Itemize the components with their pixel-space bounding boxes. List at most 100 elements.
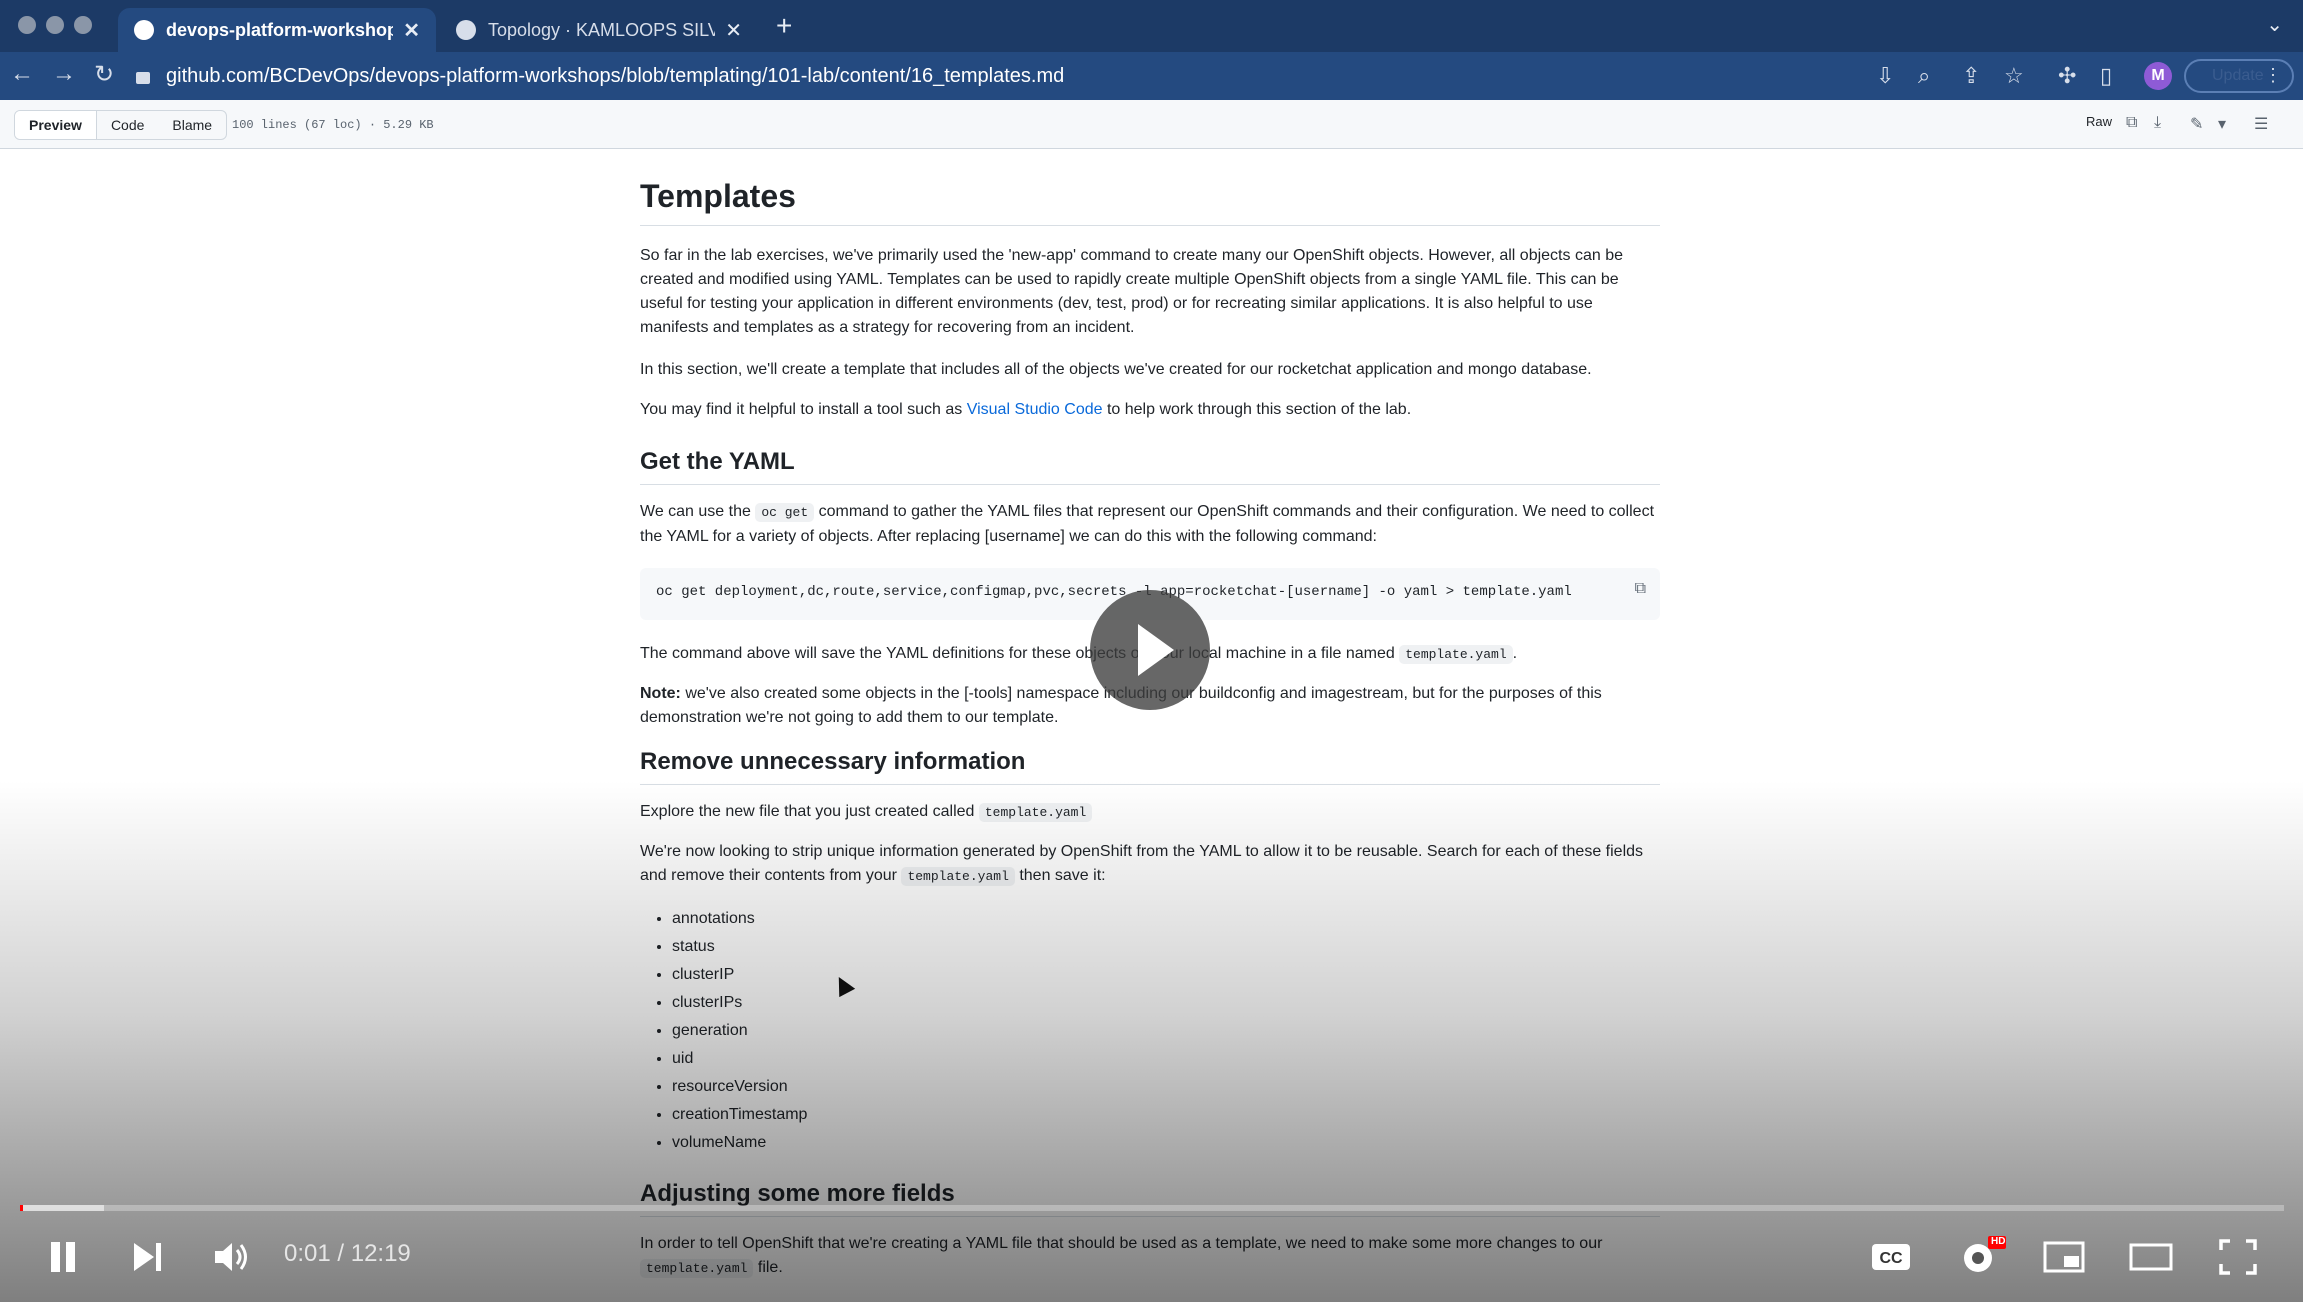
inline-code: template.yaml xyxy=(978,803,1093,822)
explore-text-before: Explore the new file that you just creat… xyxy=(640,803,979,820)
fields-list: annotations status clusterIP clusterIPs … xyxy=(640,905,807,1157)
forward-arrow-icon[interactable]: → xyxy=(52,60,76,88)
view-mode-toggle: Preview Code Blame xyxy=(14,110,228,140)
file-info: 100 lines (67 loc) · 5.29 KB xyxy=(232,118,434,132)
theater-mode-icon[interactable] xyxy=(2128,1242,2174,1272)
reload-icon[interactable]: ↻ xyxy=(94,60,114,89)
globe-favicon-icon xyxy=(456,20,476,40)
tool-text-before: You may find it helpful to install a too… xyxy=(640,401,967,418)
section-intro-paragraph: In this section, we'll create a template… xyxy=(640,361,1592,378)
list-item: uid xyxy=(672,1045,807,1073)
browser-menu-icon[interactable]: ⋮ xyxy=(2264,65,2282,86)
list-item: generation xyxy=(672,1017,807,1045)
pause-icon[interactable] xyxy=(48,1240,78,1274)
big-play-button[interactable] xyxy=(1090,590,1210,710)
list-item: clusterIPs xyxy=(672,989,807,1017)
preview-tab[interactable]: Preview xyxy=(15,111,97,139)
next-icon[interactable] xyxy=(130,1240,164,1274)
share-icon[interactable]: ⇪ xyxy=(1962,63,1980,89)
install-app-icon[interactable]: ⇩ xyxy=(1876,63,1894,89)
tool-text-after: to help work through this section of the… xyxy=(1102,401,1412,418)
zoom-icon[interactable]: ⌕ xyxy=(1918,63,1930,89)
heading-adjusting-some-more-fields: Adjusting some more fields xyxy=(640,1180,1660,1217)
code-tab[interactable]: Code xyxy=(97,111,158,139)
tool-paragraph: You may find it helpful to install a too… xyxy=(640,398,1660,422)
strip-paragraph: We're now looking to strip unique inform… xyxy=(640,840,1660,889)
get-text-before: We can use the xyxy=(640,503,756,520)
time-display: 0:01 / 12:19 xyxy=(284,1240,411,1267)
intro-paragraph: So far in the lab exercises, we've prima… xyxy=(640,247,1623,336)
browser-tab-bar: devops-platform-workshops/1( ✕ Topology … xyxy=(0,0,2303,52)
command-text: oc get deployment,dc,route,service,confi… xyxy=(656,584,1572,600)
adjust-paragraph: In order to tell OpenShift that we're cr… xyxy=(640,1232,1660,1281)
lock-icon xyxy=(136,72,150,84)
tab-label: devops-platform-workshops/1( xyxy=(166,19,394,40)
settings-gear-icon[interactable]: HD xyxy=(1958,1234,2006,1278)
maximize-window-dot[interactable] xyxy=(74,16,92,34)
page-title: Templates xyxy=(640,178,1660,226)
svg-text:CC: CC xyxy=(1879,1250,1903,1267)
list-item: annotations xyxy=(672,905,807,933)
update-label: Update xyxy=(2212,67,2264,84)
new-tab-icon[interactable]: + xyxy=(776,10,792,42)
profile-initial: M xyxy=(2151,67,2165,84)
get-yaml-paragraph: We can use the oc get command to gather … xyxy=(640,500,1660,549)
update-button[interactable]: Update ⋮ xyxy=(2184,59,2294,93)
progress-played xyxy=(20,1205,24,1211)
minimize-window-dot[interactable] xyxy=(46,16,64,34)
edit-dropdown-chevron-icon[interactable]: ▾ xyxy=(2218,114,2226,134)
adjust-text-after: file. xyxy=(753,1259,783,1276)
blame-tab[interactable]: Blame xyxy=(158,111,226,139)
browser-tab-topology[interactable]: Topology · KAMLOOPS SILVER ✕ xyxy=(440,8,758,52)
heading-remove-unnecessary-information: Remove unnecessary information xyxy=(640,748,1660,785)
extensions-puzzle-icon[interactable]: ✣ xyxy=(2058,63,2076,89)
inline-code: template.yaml xyxy=(901,867,1015,886)
visual-studio-code-link[interactable]: Visual Studio Code xyxy=(967,401,1103,418)
hd-badge: HD xyxy=(1991,1236,2006,1247)
outline-list-icon[interactable]: ☰ xyxy=(2254,114,2268,134)
progress-buffered xyxy=(20,1205,104,1211)
list-item: clusterIP xyxy=(672,961,807,989)
tab-label: Topology · KAMLOOPS SILVER xyxy=(488,19,716,40)
mouse-cursor xyxy=(830,972,856,998)
url-path: /BCDevOps/devops-platform-workshops/blob… xyxy=(263,64,1065,87)
close-window-dot[interactable] xyxy=(18,16,36,34)
edit-pencil-icon[interactable]: ✎ xyxy=(2190,114,2203,134)
captions-icon[interactable]: CC xyxy=(1870,1240,1912,1274)
strip-text-after: then save it: xyxy=(1014,867,1106,884)
note-label: Note: xyxy=(640,685,681,702)
github-favicon-icon xyxy=(134,20,154,40)
inline-code: template.yaml xyxy=(640,1259,754,1278)
list-item: status xyxy=(672,933,807,961)
progress-bar[interactable] xyxy=(20,1205,2284,1211)
copy-icon[interactable]: ⧉ xyxy=(1635,580,1646,598)
download-icon[interactable]: ⤓ xyxy=(2154,114,2161,132)
copy-raw-icon[interactable]: ⧉ xyxy=(2126,114,2137,132)
address-toolbar: ← → ↻ github.com/BCDevOps/devops-platfor… xyxy=(0,52,2303,100)
explore-paragraph: Explore the new file that you just creat… xyxy=(640,800,1660,825)
side-panel-icon[interactable]: ▯ xyxy=(2100,63,2112,89)
volume-icon[interactable] xyxy=(212,1238,252,1276)
raw-button[interactable]: Raw xyxy=(2086,114,2112,129)
list-item: volumeName xyxy=(672,1129,807,1157)
close-tab-icon[interactable]: ✕ xyxy=(725,18,742,43)
profile-avatar[interactable]: M xyxy=(2144,62,2172,90)
adjust-text-before: In order to tell OpenShift that we're cr… xyxy=(640,1235,1603,1252)
list-item: resourceVersion xyxy=(672,1073,807,1101)
heading-get-the-yaml: Get the YAML xyxy=(640,448,1660,485)
tab-search-chevron-icon[interactable]: ⌄ xyxy=(2266,12,2283,37)
inline-code: template.yaml xyxy=(1399,645,1513,664)
strip-text-before: We're now looking to strip unique inform… xyxy=(640,843,1644,884)
url-host: github.com xyxy=(166,64,264,87)
close-tab-icon[interactable]: ✕ xyxy=(403,18,420,43)
url-bar[interactable]: github.com/BCDevOps/devops-platform-work… xyxy=(136,58,1856,94)
saved-text-before: The command above will save the YAML def… xyxy=(640,645,1400,662)
saved-text-after: . xyxy=(1512,645,1518,662)
bookmark-star-icon[interactable]: ☆ xyxy=(2004,63,2024,89)
fullscreen-icon[interactable] xyxy=(2218,1238,2258,1276)
inline-code: oc get xyxy=(755,503,815,522)
browser-tab-github[interactable]: devops-platform-workshops/1( ✕ xyxy=(118,8,436,52)
file-header-bar: Preview Code Blame 100 lines (67 loc) · … xyxy=(0,100,2303,149)
miniplayer-icon[interactable] xyxy=(2042,1240,2086,1274)
back-arrow-icon[interactable]: ← xyxy=(10,60,34,88)
